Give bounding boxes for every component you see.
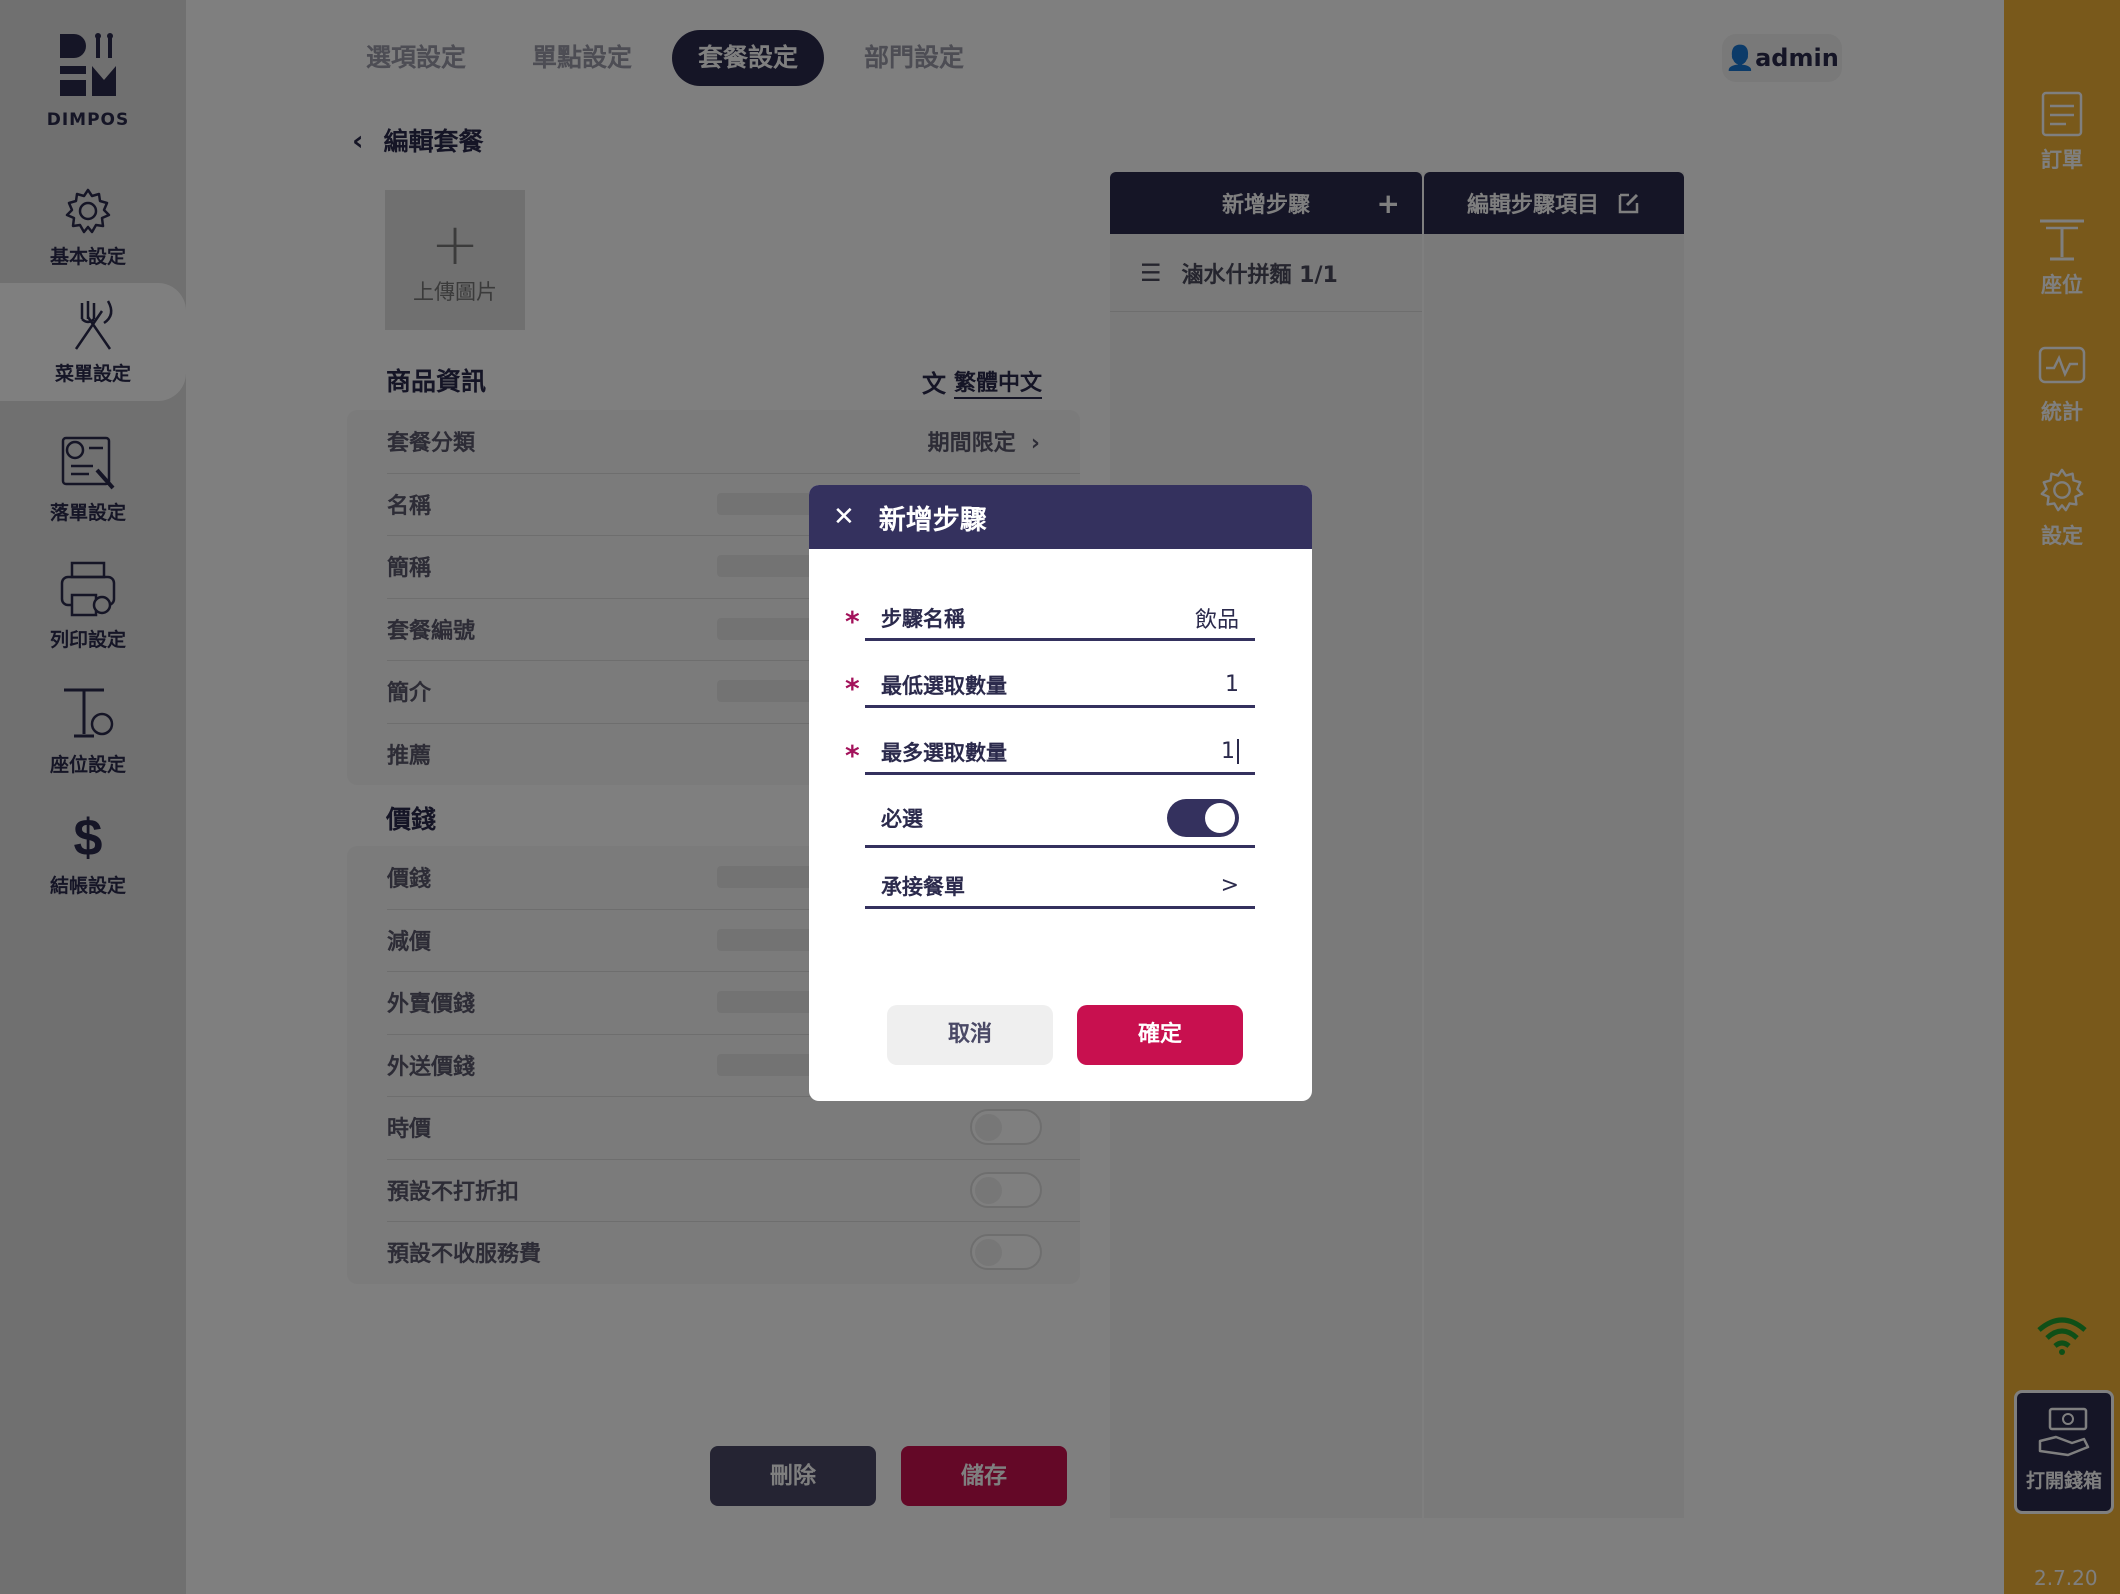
- min-select-field[interactable]: 最低選取數量 1: [865, 664, 1255, 708]
- close-icon[interactable]: ✕: [833, 502, 855, 532]
- required-mark: *: [845, 605, 860, 638]
- step-name-input[interactable]: 飲品: [1195, 602, 1239, 634]
- step-name-field[interactable]: 步驟名稱 飲品: [865, 597, 1255, 641]
- required-toggle[interactable]: [1167, 798, 1239, 837]
- required-mark: *: [845, 672, 860, 705]
- confirm-button[interactable]: 確定: [1077, 1005, 1243, 1065]
- field-label: 必選: [881, 806, 923, 831]
- field-label: 最低選取數量: [881, 673, 1007, 698]
- add-step-dialog: ✕ 新增步驟 * 步驟名稱 飲品 * 最低選取數量 1 * 最多選取數量 1 必…: [809, 485, 1312, 1101]
- min-select-input[interactable]: 1: [1225, 672, 1239, 697]
- required-mark: *: [845, 739, 860, 772]
- field-label: 步驟名稱: [881, 606, 965, 631]
- max-select-input[interactable]: 1: [1221, 739, 1239, 764]
- next-menu-field[interactable]: 承接餐單 >: [865, 865, 1255, 909]
- dialog-header: ✕ 新增步驟: [809, 485, 1312, 549]
- cancel-button[interactable]: 取消: [887, 1005, 1053, 1065]
- field-label: 最多選取數量: [881, 740, 1007, 765]
- required-field: 必選: [865, 790, 1255, 848]
- chevron-right-icon: >: [1220, 873, 1239, 898]
- field-label: 承接餐單: [881, 874, 965, 899]
- max-select-field[interactable]: 最多選取數量 1: [865, 731, 1255, 775]
- dialog-title: 新增步驟: [878, 504, 987, 536]
